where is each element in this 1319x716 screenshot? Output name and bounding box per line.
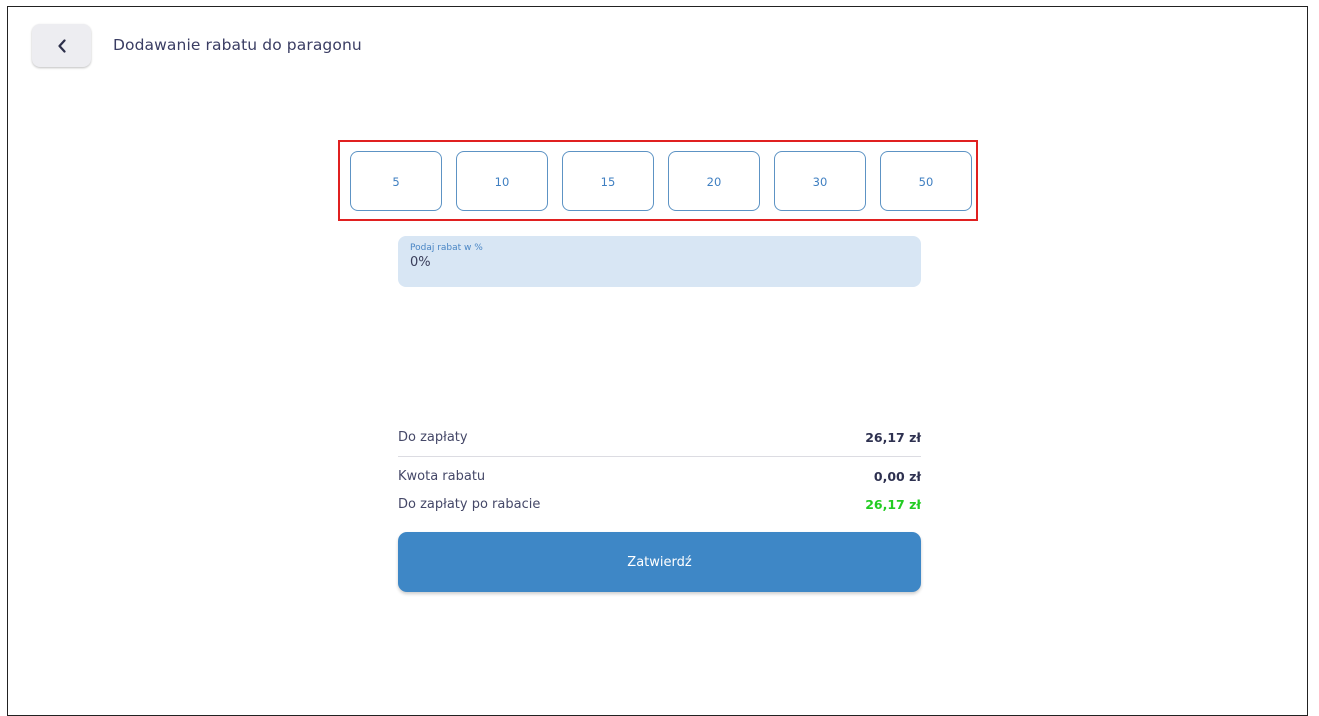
after-discount-value: 26,17 zł bbox=[865, 497, 921, 512]
to-pay-value: 26,17 zł bbox=[865, 430, 921, 445]
summary-row-after-discount: Do zapłaty po rabacie 26,17 zł bbox=[398, 497, 921, 512]
preset-button-30[interactable]: 30 bbox=[774, 151, 866, 211]
discount-presets: 5 10 15 20 30 50 bbox=[350, 151, 972, 211]
summary-row-to-pay: Do zapłaty 26,17 zł bbox=[398, 430, 921, 445]
discount-input-value: 0% bbox=[410, 255, 431, 270]
preset-button-15[interactable]: 15 bbox=[562, 151, 654, 211]
chevron-left-icon bbox=[57, 38, 67, 53]
preset-button-20[interactable]: 20 bbox=[668, 151, 760, 211]
back-button[interactable] bbox=[32, 24, 91, 67]
confirm-button[interactable]: Zatwierdź bbox=[398, 532, 921, 592]
to-pay-label: Do zapłaty bbox=[398, 430, 468, 445]
discount-amount-value: 0,00 zł bbox=[873, 469, 921, 484]
summary-row-discount: Kwota rabatu 0,00 zł bbox=[398, 469, 921, 484]
discount-input-label: Podaj rabat w % bbox=[410, 243, 483, 253]
window-frame bbox=[7, 6, 1308, 716]
after-discount-label: Do zapłaty po rabacie bbox=[398, 497, 541, 512]
discount-amount-label: Kwota rabatu bbox=[398, 469, 486, 484]
discount-percent-input[interactable]: Podaj rabat w % 0% bbox=[398, 236, 921, 287]
preset-button-50[interactable]: 50 bbox=[880, 151, 972, 211]
page-title: Dodawanie rabatu do paragonu bbox=[113, 36, 362, 54]
preset-button-5[interactable]: 5 bbox=[350, 151, 442, 211]
summary-divider bbox=[398, 456, 921, 457]
preset-button-10[interactable]: 10 bbox=[456, 151, 548, 211]
